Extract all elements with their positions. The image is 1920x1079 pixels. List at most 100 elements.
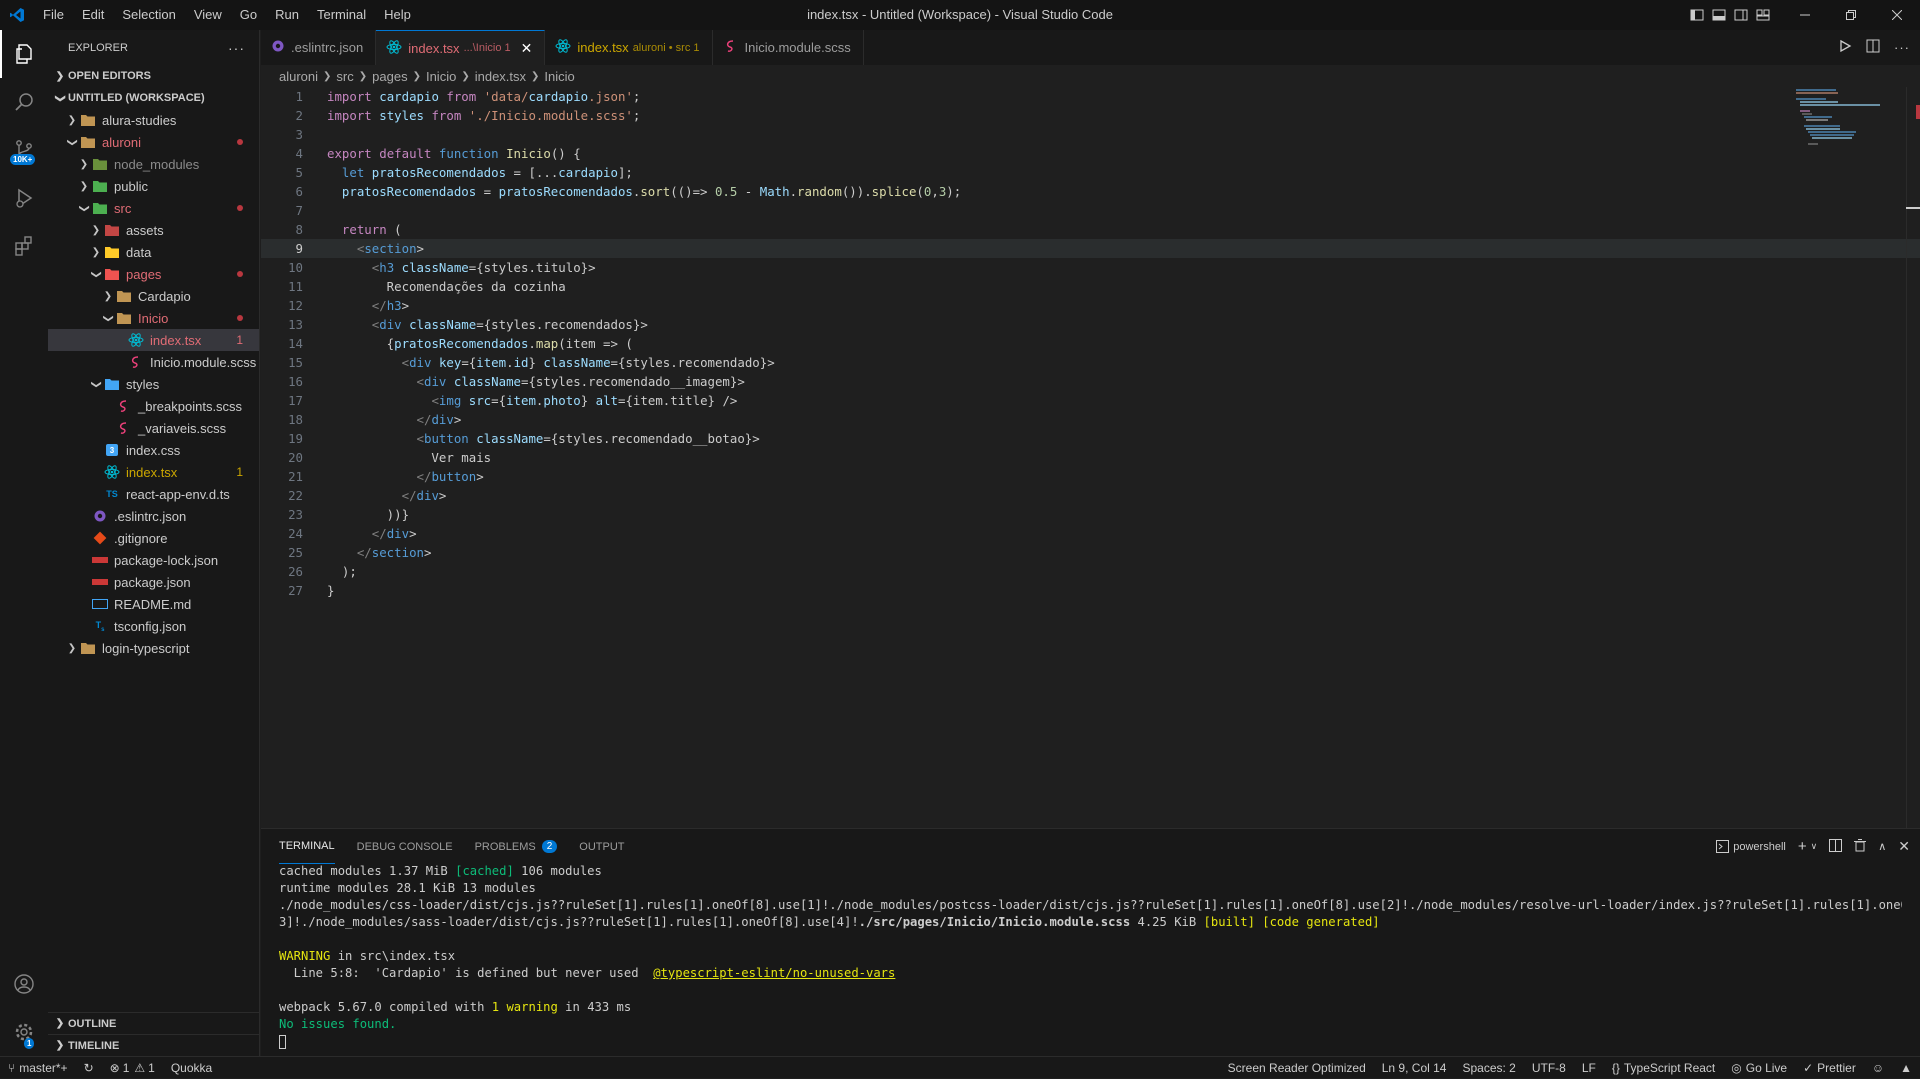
vertical-scrollbar[interactable] <box>1906 87 1920 828</box>
code-line[interactable]: 7 <box>261 201 1920 220</box>
code-line[interactable]: 3 <box>261 125 1920 144</box>
tree-item[interactable]: ❯ src <box>48 197 259 219</box>
tree-item[interactable]: _variaveis.scss <box>48 417 259 439</box>
go-live-button[interactable]: ◎ Go Live <box>1723 1057 1795 1079</box>
tree-item[interactable]: index.tsx 1 <box>48 329 259 351</box>
feedback-icon[interactable]: ☺ <box>1864 1057 1892 1079</box>
editor-tab[interactable]: index.tsx aluroni • src 1 <box>545 30 713 65</box>
encoding[interactable]: UTF-8 <box>1524 1057 1574 1079</box>
minimize-icon[interactable] <box>1782 0 1828 30</box>
code-line[interactable]: 26 ); <box>261 562 1920 581</box>
outline-section[interactable]: ❯ OUTLINE <box>48 1012 259 1034</box>
panel-tab-output[interactable]: OUTPUT <box>579 829 624 864</box>
tree-item[interactable]: package-lock.json <box>48 549 259 571</box>
code-line[interactable]: 20 Ver mais <box>261 448 1920 467</box>
branch-indicator[interactable]: ⑂ master*+ <box>0 1057 76 1079</box>
tree-item[interactable]: ❯ pages <box>48 263 259 285</box>
source-control-icon[interactable]: 10K+ <box>0 126 48 174</box>
cursor-position[interactable]: Ln 9, Col 14 <box>1374 1057 1455 1079</box>
panel-tab-problems[interactable]: PROBLEMS 2 <box>475 829 558 864</box>
tree-item[interactable]: ❯ node_modules <box>48 153 259 175</box>
menu-item-go[interactable]: Go <box>231 0 266 30</box>
code-line[interactable]: 14 {pratosRecomendados.map(item => ( <box>261 334 1920 353</box>
tree-item[interactable]: ❯ data <box>48 241 259 263</box>
breadcrumb-item[interactable]: Inicio <box>426 69 456 84</box>
breadcrumb-item[interactable]: src <box>336 69 353 84</box>
terminal-shell[interactable]: powershell <box>1716 840 1786 853</box>
breadcrumb-item[interactable]: index.tsx <box>475 69 526 84</box>
tree-item[interactable]: ❯ Inicio <box>48 307 259 329</box>
minimap[interactable] <box>1796 87 1906 147</box>
menu-item-view[interactable]: View <box>185 0 231 30</box>
terminal-cursor[interactable] <box>279 1034 1902 1051</box>
tree-item[interactable]: ❯ assets <box>48 219 259 241</box>
explorer-icon[interactable] <box>0 30 48 78</box>
code-line[interactable]: 9 <section> <box>261 239 1920 258</box>
tree-item[interactable]: _breakpoints.scss <box>48 395 259 417</box>
breadcrumb-item[interactable]: pages <box>372 69 407 84</box>
accounts-icon[interactable] <box>0 960 48 1008</box>
tree-item[interactable]: .gitignore <box>48 527 259 549</box>
code-line[interactable]: 17 <img src={item.photo} alt={item.title… <box>261 391 1920 410</box>
tree-item[interactable]: Inicio.module.scss <box>48 351 259 373</box>
manage-gear-icon[interactable]: 1 <box>0 1008 48 1056</box>
code-editor[interactable]: 1 import cardapio from 'data/cardapio.jso… <box>261 87 1920 600</box>
sync-icon[interactable]: ↻ <box>76 1057 102 1079</box>
code-line[interactable]: 10 <h3 className={styles.titulo}> <box>261 258 1920 277</box>
menu-item-selection[interactable]: Selection <box>113 0 184 30</box>
code-line[interactable]: 21 </button> <box>261 467 1920 486</box>
code-line[interactable]: 13 <div className={styles.recomendados}> <box>261 315 1920 334</box>
maximize-panel-icon[interactable]: ∧ <box>1878 840 1886 853</box>
close-icon[interactable]: ✕ <box>521 40 533 57</box>
breadcrumb-item[interactable]: Inicio <box>544 69 574 84</box>
more-actions-icon[interactable]: ··· <box>228 40 245 56</box>
timeline-section[interactable]: ❯ TIMELINE <box>48 1034 259 1056</box>
panel-tab-terminal[interactable]: TERMINAL <box>279 829 335 864</box>
editor-tab[interactable]: Inicio.module.scss <box>713 30 864 65</box>
customize-layout-icon[interactable] <box>1752 0 1774 30</box>
tree-item[interactable]: Ts tsconfig.json <box>48 615 259 637</box>
prettier-button[interactable]: ✓ Prettier <box>1795 1057 1864 1079</box>
menu-item-run[interactable]: Run <box>266 0 308 30</box>
chevron-down-icon[interactable]: ∨ <box>1811 841 1818 852</box>
tree-item[interactable]: 3 index.css <box>48 439 259 461</box>
code-line[interactable]: 1 import cardapio from 'data/cardapio.jso… <box>261 87 1920 106</box>
editor-tab[interactable]: .eslintrc.json <box>261 30 377 65</box>
code-line[interactable]: 4 export default function Inicio() { <box>261 144 1920 163</box>
code-line[interactable]: 2 import styles from './Inicio.module.scs… <box>261 106 1920 125</box>
notifications-bell-icon[interactable]: ▲ <box>1892 1057 1920 1079</box>
split-terminal-icon[interactable] <box>1829 838 1843 855</box>
search-icon[interactable] <box>0 78 48 126</box>
breadcrumb-item[interactable]: aluroni <box>279 69 318 84</box>
code-line[interactable]: 8 return ( <box>261 220 1920 239</box>
run-debug-icon[interactable] <box>0 174 48 222</box>
restore-icon[interactable] <box>1828 0 1874 30</box>
code-line[interactable]: 23 ))} <box>261 505 1920 524</box>
editor-tab[interactable]: index.tsx ...\Inicio 1 ✕ <box>376 30 546 65</box>
tree-item[interactable]: ❯ public <box>48 175 259 197</box>
code-line[interactable]: 22 </div> <box>261 486 1920 505</box>
run-icon[interactable] <box>1838 39 1852 56</box>
code-line[interactable]: 19 <button className={styles.recomendado… <box>261 429 1920 448</box>
close-window-icon[interactable] <box>1874 0 1920 30</box>
menu-item-edit[interactable]: Edit <box>73 0 113 30</box>
tree-item[interactable]: ❯ alura-studies <box>48 109 259 131</box>
workspace-section[interactable]: ❯ UNTITLED (WORKSPACE) <box>48 87 259 109</box>
close-panel-icon[interactable]: ✕ <box>1898 838 1910 855</box>
toggle-secondary-sidebar-icon[interactable] <box>1730 0 1752 30</box>
code-line[interactable]: 27} <box>261 581 1920 600</box>
menu-item-terminal[interactable]: Terminal <box>308 0 375 30</box>
screen-reader-indicator[interactable]: Screen Reader Optimized <box>1220 1057 1374 1079</box>
code-line[interactable]: 15 <div key={item.id} className={styles.… <box>261 353 1920 372</box>
tree-item[interactable]: index.tsx 1 <box>48 461 259 483</box>
tree-item[interactable]: README.md <box>48 593 259 615</box>
more-actions-icon[interactable]: ··· <box>1894 40 1910 55</box>
code-line[interactable]: 25 </section> <box>261 543 1920 562</box>
code-line[interactable]: 12 </h3> <box>261 296 1920 315</box>
extensions-icon[interactable] <box>0 222 48 270</box>
code-line[interactable]: 18 </div> <box>261 410 1920 429</box>
tree-item[interactable]: .eslintrc.json <box>48 505 259 527</box>
menu-item-help[interactable]: Help <box>375 0 420 30</box>
language-mode[interactable]: {} TypeScript React <box>1604 1057 1723 1079</box>
open-editors-section[interactable]: ❯ OPEN EDITORS <box>48 65 259 87</box>
